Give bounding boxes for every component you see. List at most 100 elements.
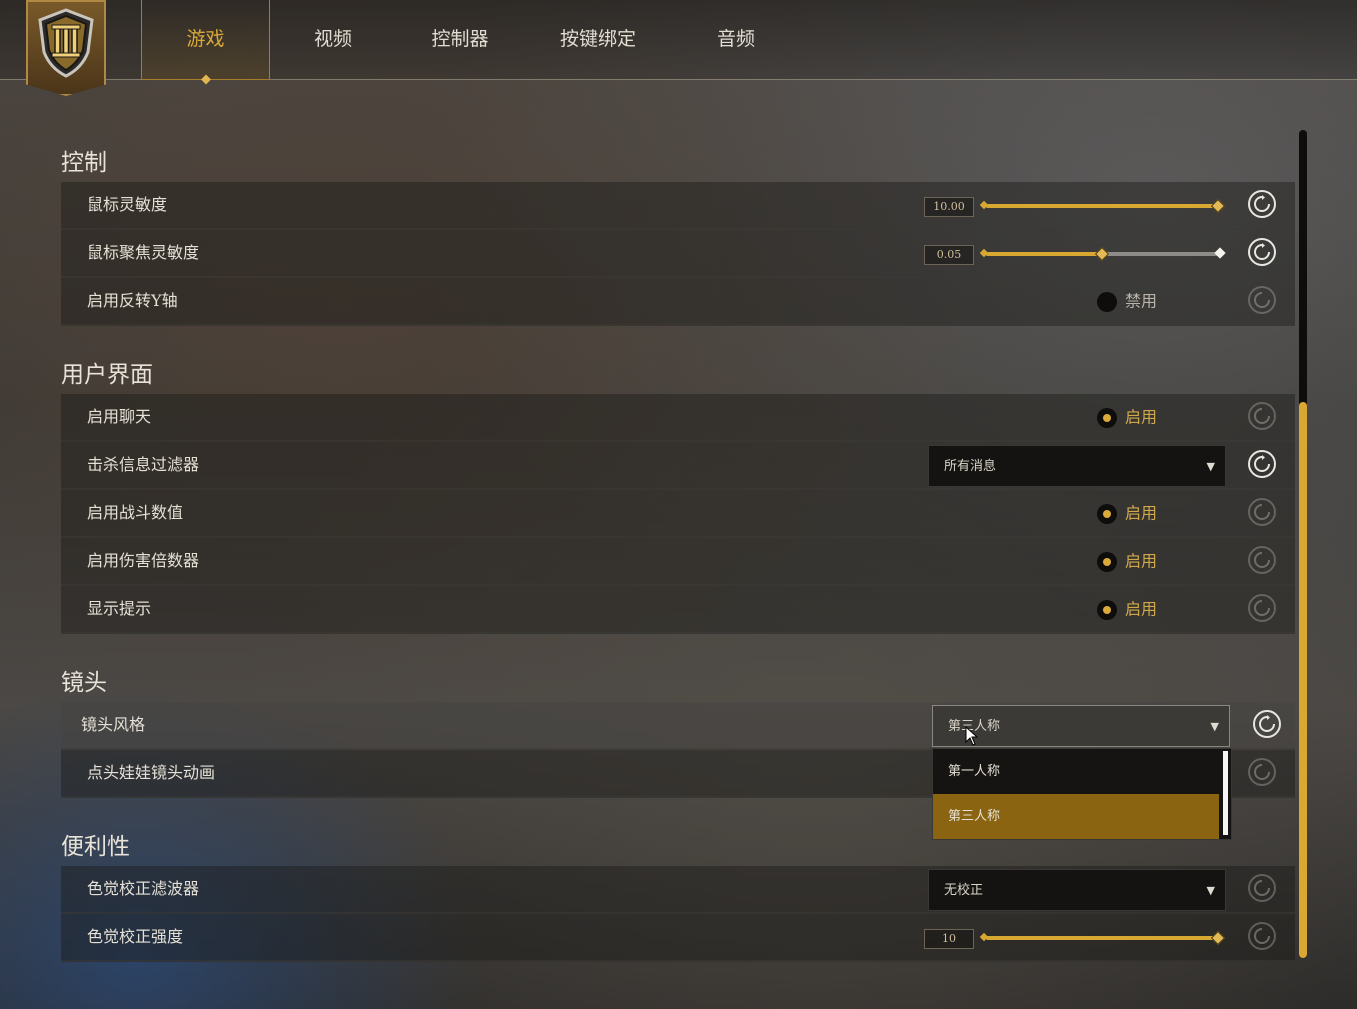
reset-icon xyxy=(1254,552,1270,568)
camera-style-dropdown-menu: 第一人称 第三人称 xyxy=(932,748,1232,840)
reset-button[interactable] xyxy=(1248,238,1276,266)
settings-scrollbar[interactable] xyxy=(1299,130,1307,958)
reset-button[interactable] xyxy=(1248,922,1276,950)
reset-icon xyxy=(1254,292,1270,308)
reset-icon xyxy=(1254,880,1270,896)
reset-icon xyxy=(1254,243,1270,260)
tab-keybindings[interactable]: 按键绑定 xyxy=(548,0,648,79)
reset-button[interactable] xyxy=(1248,874,1276,902)
reset-button[interactable] xyxy=(1248,286,1276,314)
reset-icon xyxy=(1254,600,1270,616)
value-input[interactable]: 10 xyxy=(924,929,974,949)
reset-icon xyxy=(1254,195,1270,212)
setting-row-camera-style: 镜头风格 第三人称 ▼ xyxy=(61,702,1295,750)
value-input[interactable]: 10.00 xyxy=(924,197,974,217)
setting-label: 启用聊天 xyxy=(87,407,152,426)
section-title-camera: 镜头 xyxy=(61,670,107,696)
kill-filter-dropdown[interactable]: 所有消息 ▼ xyxy=(928,445,1226,487)
tab-audio[interactable]: 音频 xyxy=(700,0,772,79)
mouse-cursor-icon xyxy=(965,726,979,746)
dropdown-value: 所有消息 xyxy=(944,459,997,474)
reset-icon xyxy=(1259,715,1275,732)
slider-handle[interactable] xyxy=(1094,246,1110,262)
setting-row-colorblind-filter: 色觉校正滤波器 无校正 ▼ xyxy=(61,866,1295,914)
toggle-state: 禁用 xyxy=(1125,291,1158,311)
toggle-dot xyxy=(1097,407,1117,428)
tab-video[interactable]: 视频 xyxy=(290,0,376,79)
dropdown-option-first-person[interactable]: 第一人称 xyxy=(933,749,1219,794)
slider[interactable] xyxy=(979,196,1226,216)
dropdown-option-third-person[interactable]: 第三人称 xyxy=(933,794,1219,839)
toggle-chat[interactable]: 启用 xyxy=(1097,394,1157,440)
reset-button[interactable] xyxy=(1248,594,1276,622)
slider-handle[interactable] xyxy=(1210,930,1226,946)
setting-label: 点头娃娃镜头动画 xyxy=(87,763,216,782)
reset-icon xyxy=(1254,455,1270,472)
setting-label: 色觉校正滤波器 xyxy=(87,879,200,898)
reset-icon xyxy=(1254,408,1270,424)
setting-label: 启用反转Y轴 xyxy=(87,291,178,310)
setting-row-combat-numbers: 启用战斗数值 启用 xyxy=(61,490,1295,538)
reset-icon xyxy=(1254,928,1270,944)
setting-row-mouse-sensitivity: 鼠标灵敏度 10.00 xyxy=(61,182,1295,230)
setting-label: 鼠标灵敏度 xyxy=(87,195,168,214)
setting-row-colorblind-strength: 色觉校正强度 10 xyxy=(61,914,1295,962)
setting-label: 启用伤害倍数器 xyxy=(87,551,200,570)
setting-label: 色觉校正强度 xyxy=(87,927,184,946)
value-input[interactable]: 0.05 xyxy=(924,245,974,265)
dropdown-value: 无校正 xyxy=(944,883,984,898)
tab-game[interactable]: 游戏 xyxy=(141,0,270,80)
slider-fill xyxy=(986,252,1102,256)
reset-icon xyxy=(1254,504,1270,520)
tab-controller[interactable]: 控制器 xyxy=(415,0,505,79)
toggle-state: 启用 xyxy=(1125,407,1158,427)
shield-emblem-icon xyxy=(26,0,106,96)
setting-row-show-hints: 显示提示 启用 xyxy=(61,586,1295,634)
toggle-state: 启用 xyxy=(1125,551,1158,571)
setting-label: 击杀信息过滤器 xyxy=(87,455,200,474)
setting-label: 启用战斗数值 xyxy=(87,503,184,522)
toggle-dot xyxy=(1097,599,1117,620)
toggle-show-hints[interactable]: 启用 xyxy=(1097,586,1157,632)
slider[interactable] xyxy=(979,244,1226,264)
slider-handle[interactable] xyxy=(1210,198,1226,214)
chevron-down-icon: ▼ xyxy=(1206,884,1215,897)
setting-row-invert-y: 启用反转Y轴 禁用 xyxy=(61,278,1295,326)
reset-button[interactable] xyxy=(1248,450,1276,478)
setting-label: 镜头风格 xyxy=(81,715,146,734)
toggle-combat-numbers[interactable]: 启用 xyxy=(1097,490,1157,536)
reset-button[interactable] xyxy=(1248,546,1276,574)
toggle-state: 启用 xyxy=(1125,599,1158,619)
toggle-invert-y[interactable]: 禁用 xyxy=(1097,278,1157,324)
reset-button[interactable] xyxy=(1248,758,1276,786)
colorblind-filter-dropdown[interactable]: 无校正 ▼ xyxy=(928,869,1226,911)
section-title-convenience: 便利性 xyxy=(61,834,130,860)
scrollbar-thumb[interactable] xyxy=(1299,402,1307,958)
setting-row-damage-multiplier: 启用伤害倍数器 启用 xyxy=(61,538,1295,586)
toggle-state: 启用 xyxy=(1125,503,1158,523)
section-title-ui: 用户界面 xyxy=(61,362,153,388)
reset-icon xyxy=(1254,764,1270,780)
setting-row-kill-filter: 击杀信息过滤器 所有消息 ▼ xyxy=(61,442,1295,490)
slider[interactable] xyxy=(979,928,1226,948)
slider-fill xyxy=(986,936,1218,940)
toggle-dot xyxy=(1097,291,1117,312)
slider-fill xyxy=(986,204,1218,208)
setting-row-mouse-focus-sensitivity: 鼠标聚焦灵敏度 0.05 xyxy=(61,230,1295,278)
reset-button[interactable] xyxy=(1248,402,1276,430)
slider-end-cap xyxy=(1214,247,1226,259)
section-title-control: 控制 xyxy=(61,150,107,176)
setting-row-chat: 启用聊天 启用 xyxy=(61,394,1295,442)
chevron-down-icon: ▼ xyxy=(1206,460,1215,473)
reset-button[interactable] xyxy=(1248,190,1276,218)
top-nav-bar: 游戏 视频 控制器 按键绑定 音频 xyxy=(0,0,1357,96)
chevron-down-icon: ▼ xyxy=(1210,720,1219,733)
toggle-damage-multiplier[interactable]: 启用 xyxy=(1097,538,1157,584)
setting-label: 显示提示 xyxy=(87,599,152,618)
toggle-dot xyxy=(1097,551,1117,572)
toggle-dot xyxy=(1097,503,1117,524)
dropdown-scrollbar[interactable] xyxy=(1223,751,1228,835)
setting-label: 鼠标聚焦灵敏度 xyxy=(87,243,200,262)
reset-button[interactable] xyxy=(1248,498,1276,526)
reset-button[interactable] xyxy=(1253,710,1281,738)
